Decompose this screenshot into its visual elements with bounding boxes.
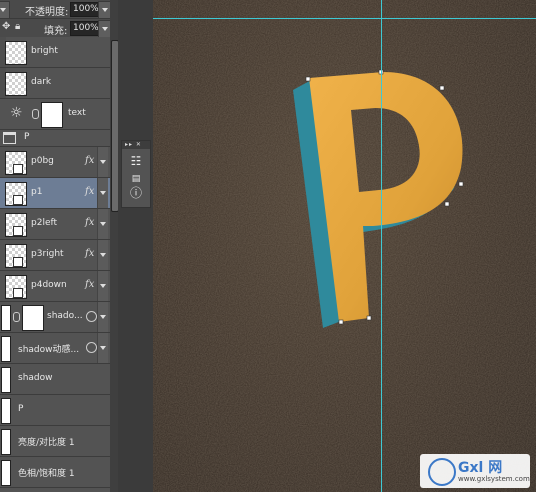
layer-thumbnail — [1, 336, 11, 362]
layer-name: 色相/饱和度 1 — [18, 469, 75, 479]
folder-icon — [3, 132, 16, 144]
layer-mask-thumbnail — [1, 429, 11, 455]
horizontal-guide[interactable] — [153, 18, 536, 19]
smart-object-icon — [13, 164, 23, 174]
layer-row-p3right[interactable]: p3right fx — [0, 240, 110, 271]
scrollbar-thumb[interactable] — [111, 40, 118, 212]
palette-header[interactable]: ▸▸ ✕ — [122, 141, 150, 149]
layer-row-dark[interactable]: dark — [0, 68, 110, 99]
filters-expand-toggle[interactable] — [97, 333, 108, 363]
layer-mask-thumbnail — [1, 460, 11, 486]
layer-name: p3right — [31, 249, 64, 259]
layer-row-p4down[interactable]: p4down fx — [0, 271, 110, 302]
layer-name: shadow动感... — [18, 345, 80, 355]
layer-name: p0bg — [31, 156, 54, 166]
layer-name: bright — [31, 46, 58, 56]
layer-name: 亮度/对比度 1 — [18, 438, 75, 448]
fx-icon[interactable]: fx — [85, 217, 94, 228]
effects-expand-toggle[interactable] — [97, 178, 108, 208]
layer-name: p2left — [31, 218, 58, 228]
layers-panel: 不透明度: 100% ✥ 🔒︎ 填充: 100% bright dark ☼ t… — [0, 0, 118, 492]
opacity-input[interactable]: 100% — [70, 2, 100, 17]
layer-row-hue-saturation[interactable]: 色相/饱和度 1 — [0, 457, 110, 488]
layer-row-bright[interactable]: bright — [0, 37, 110, 68]
effects-expand-toggle[interactable] — [97, 147, 108, 177]
effects-expand-toggle[interactable] — [97, 240, 108, 270]
layer-row-shadow-masked[interactable]: shado... — [0, 302, 110, 333]
vertical-guide[interactable] — [381, 0, 382, 492]
layer-name: p1 — [31, 187, 43, 197]
layer-thumbnail — [1, 398, 11, 424]
properties-icon[interactable]: ☷ — [128, 153, 144, 169]
layer-name: shadow — [18, 373, 53, 383]
watermark: Gxl 网 www.gxlsystem.com — [420, 454, 530, 488]
fx-icon[interactable]: fx — [85, 155, 94, 166]
mini-tool-palette: ▸▸ ✕ ☷ ▤ ⓘ — [121, 140, 151, 208]
layer-name: dark — [31, 77, 52, 87]
watermark-logo-icon — [428, 458, 456, 486]
effects-expand-toggle[interactable] — [97, 209, 108, 239]
fx-icon[interactable]: fx — [85, 279, 94, 290]
layer-mask-thumbnail — [41, 102, 63, 128]
layer-thumbnail — [5, 72, 27, 96]
fx-icon[interactable]: fx — [85, 248, 94, 259]
layer-name: P — [24, 132, 30, 142]
layer-row-text[interactable]: ☼ text — [0, 99, 110, 130]
fill-label: 填充: — [44, 26, 68, 37]
layers-scrollbar[interactable] — [110, 0, 118, 492]
fill-bar: ✥ 🔒︎ 填充: 100% — [0, 19, 112, 38]
layer-row-p[interactable]: P — [0, 395, 110, 426]
blend-mode-dropdown[interactable] — [0, 1, 10, 19]
smart-filter-icon — [86, 311, 97, 322]
smart-object-icon — [13, 288, 23, 298]
link-icon[interactable] — [32, 109, 39, 119]
layer-thumbnail — [5, 41, 27, 65]
layer-row-p1[interactable]: p1 fx — [0, 178, 110, 209]
info-icon[interactable]: ⓘ — [128, 185, 144, 201]
smart-object-icon — [13, 257, 23, 267]
layer-row-brightness-contrast[interactable]: 亮度/对比度 1 — [0, 426, 110, 457]
layer-thumbnail — [1, 305, 11, 331]
fill-input[interactable]: 100% — [70, 21, 100, 36]
opacity-bar: 不透明度: 100% — [0, 0, 112, 19]
link-icon[interactable] — [13, 312, 20, 322]
layer-mask-thumbnail — [22, 305, 44, 331]
smart-filter-icon — [86, 342, 97, 353]
filters-expand-toggle[interactable] — [97, 302, 108, 332]
brightness-adjust-icon: ☼ — [10, 105, 23, 121]
layer-thumbnail — [1, 367, 11, 393]
smart-object-icon — [13, 226, 23, 236]
layer-name: text — [68, 108, 86, 118]
layer-row-p2left[interactable]: p2left fx — [0, 209, 110, 240]
canvas-artwork — [153, 0, 536, 492]
layer-row-shadow[interactable]: shadow — [0, 364, 110, 395]
layer-name: p4down — [31, 280, 67, 290]
fx-icon[interactable]: fx — [85, 186, 94, 197]
layer-name: P — [18, 404, 24, 414]
opacity-label: 不透明度: — [25, 7, 69, 18]
layer-row-shadow-motion[interactable]: shadow动感... — [0, 333, 110, 364]
lock-icon[interactable]: 🔒︎ — [15, 21, 20, 32]
smart-object-icon — [13, 195, 23, 205]
effects-expand-toggle[interactable] — [97, 271, 108, 301]
layer-row-p0bg[interactable]: p0bg fx — [0, 147, 110, 178]
watermark-brand: Gxl 网 — [458, 460, 503, 476]
layer-group-p[interactable]: P — [0, 130, 110, 147]
document-canvas[interactable] — [153, 0, 536, 492]
watermark-url: www.gxlsystem.com — [458, 475, 530, 483]
move-lock-icon[interactable]: ✥ — [2, 21, 10, 32]
layer-name: shado... — [47, 311, 83, 321]
